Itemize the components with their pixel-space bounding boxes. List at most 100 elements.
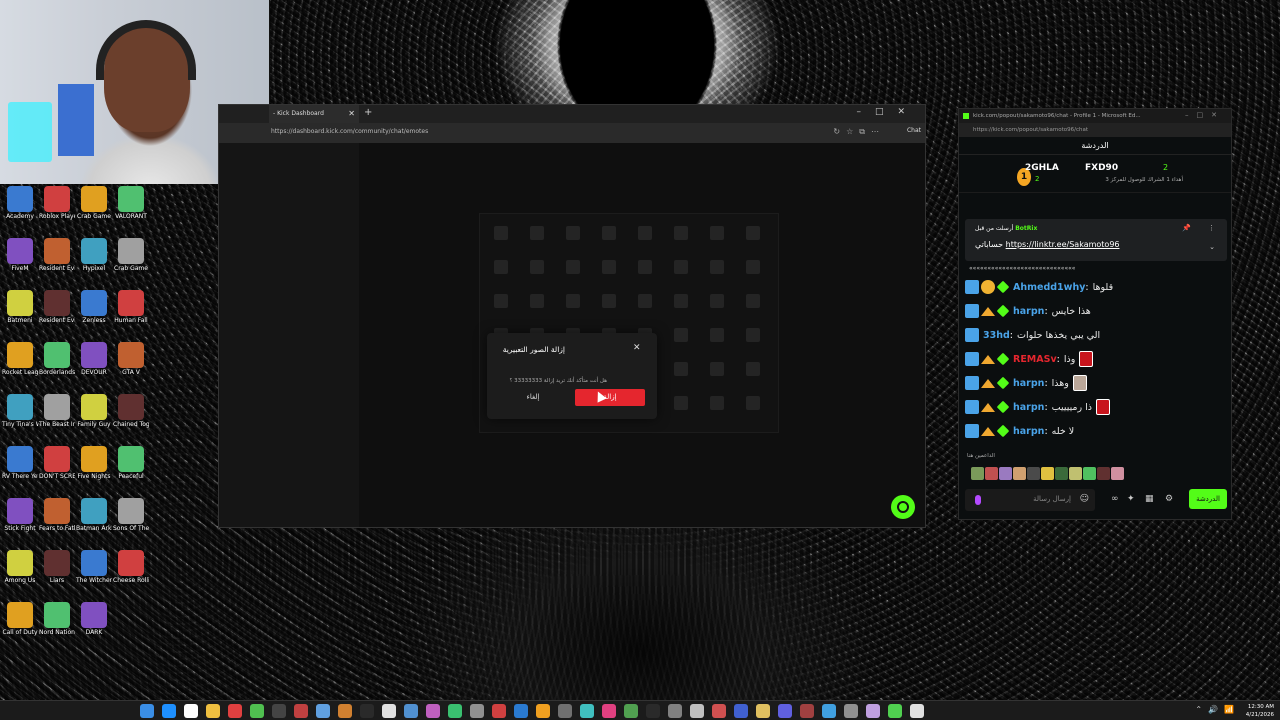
settings-icon[interactable]: ⚙ — [1165, 494, 1173, 504]
desktop-icon[interactable]: Resident Evil — [39, 238, 75, 272]
desktop-icon[interactable]: Roblox Player — [39, 186, 75, 220]
taskbar-app-icon[interactable] — [888, 704, 902, 718]
emoji-icon[interactable]: ☺ — [1080, 494, 1089, 504]
avatar[interactable] — [1097, 467, 1110, 480]
emote-cell[interactable] — [710, 328, 724, 342]
desktop-icon[interactable]: DON'T SCREAM — [39, 446, 75, 480]
taskbar-app-icon[interactable] — [426, 704, 440, 718]
taskbar-app-icon[interactable] — [448, 704, 462, 718]
emote-cell[interactable] — [746, 260, 760, 274]
desktop-icon[interactable]: Fears to Fathom — [39, 498, 75, 532]
copilot-chat-button[interactable]: Chat — [907, 127, 921, 134]
taskbar-app-icon[interactable] — [844, 704, 858, 718]
chat-username[interactable]: harpn — [1013, 306, 1044, 317]
taskbar-app-icon[interactable] — [558, 704, 572, 718]
taskbar-app-icon[interactable] — [602, 704, 616, 718]
desktop-icon[interactable]: The Beast Inside — [39, 394, 75, 428]
emote-cell[interactable] — [530, 260, 544, 274]
avatar[interactable] — [1055, 467, 1068, 480]
desktop-icon[interactable]: Chained Together — [113, 394, 149, 428]
desktop-icon[interactable]: Hypixel — [76, 238, 112, 272]
taskbar-app-icon[interactable] — [404, 704, 418, 718]
taskbar-app-icon[interactable] — [140, 704, 154, 718]
desktop-icon[interactable]: DEVOUR — [76, 342, 112, 376]
taskbar-app-icon[interactable] — [822, 704, 836, 718]
emote-cell[interactable] — [746, 396, 760, 410]
taskbar-app-icon[interactable] — [690, 704, 704, 718]
desktop-icon[interactable]: Among Us — [2, 550, 38, 584]
chat-address-bar[interactable]: https://kick.com/popout/sakamoto96/chat — [959, 123, 1231, 137]
window-controls[interactable]: –□✕ — [856, 107, 919, 117]
leaderboard-second-name[interactable]: FXD90 — [1085, 163, 1118, 173]
more-options-icon[interactable]: ⋮ — [1208, 224, 1215, 232]
taskbar-app-icon[interactable] — [668, 704, 682, 718]
emote-cell[interactable] — [710, 294, 724, 308]
desktop-icon[interactable]: Resident Evil Revelations — [39, 290, 75, 324]
desktop-icon[interactable]: GTA V — [113, 342, 149, 376]
desktop-icon[interactable]: Nord Nation — [39, 602, 75, 636]
emote-cell[interactable] — [494, 294, 508, 308]
taskbar-app-icon[interactable] — [470, 704, 484, 718]
emote-cell[interactable] — [674, 396, 688, 410]
emote-cell[interactable] — [746, 294, 760, 308]
taskbar-app-icon[interactable] — [206, 704, 220, 718]
infinity-icon[interactable]: ∞ — [1111, 494, 1119, 504]
desktop-icon[interactable]: Batman Arkham — [76, 498, 112, 532]
emote-cell[interactable] — [746, 362, 760, 376]
desktop-icon[interactable]: Five Nights — [76, 446, 112, 480]
taskbar-app-icon[interactable] — [294, 704, 308, 718]
desktop-icon[interactable]: Zenless — [76, 290, 112, 324]
desktop-icon[interactable]: VALORANT — [113, 186, 149, 220]
system-tray-icons[interactable]: ⌃🔊📶 — [1195, 705, 1240, 714]
support-chat-button[interactable] — [891, 495, 915, 519]
desktop-icon[interactable]: RV There Yet — [2, 446, 38, 480]
avatar[interactable] — [1069, 467, 1082, 480]
pin-icon[interactable]: 📌 — [1182, 224, 1191, 232]
taskbar-app-icon[interactable] — [580, 704, 594, 718]
chat-window-controls[interactable]: –□✕ — [1185, 111, 1225, 119]
desktop-icon[interactable]: Cheese Rolling — [113, 550, 149, 584]
pinned-author-name[interactable]: BotRix — [1015, 225, 1037, 232]
avatar[interactable] — [971, 467, 984, 480]
taskbar-app-icon[interactable] — [184, 704, 198, 718]
chat-username[interactable]: REMASv — [1013, 354, 1057, 365]
emote-cell[interactable] — [674, 362, 688, 376]
taskbar-app-icon[interactable] — [228, 704, 242, 718]
address-url[interactable]: https://dashboard.kick.com/community/cha… — [271, 128, 428, 135]
desktop-icon[interactable]: Crab Game — [76, 186, 112, 220]
taskbar-app-icon[interactable] — [272, 704, 286, 718]
pinned-link[interactable]: https://linktr.ee/Sakamoto96 — [1006, 240, 1120, 249]
cancel-button[interactable]: إلغاء — [505, 389, 561, 406]
emote-cell[interactable] — [494, 226, 508, 240]
taskbar-app-icon[interactable] — [866, 704, 880, 718]
desktop-icon[interactable]: Crab Game — [113, 238, 149, 272]
leaderboard-first-name[interactable]: 2GHLA — [1025, 163, 1059, 173]
desktop-icon[interactable]: Batmeni — [2, 290, 38, 324]
taskbar-app-icon[interactable] — [162, 704, 176, 718]
browser-toolbar-icons[interactable]: ↻☆⧉⋯ — [833, 127, 885, 137]
emote-cell[interactable] — [710, 226, 724, 240]
emote-cell[interactable] — [746, 328, 760, 342]
emote-cell[interactable] — [638, 226, 652, 240]
emote-cell[interactable] — [746, 226, 760, 240]
taskbar-app-icon[interactable] — [734, 704, 748, 718]
emote-cell[interactable] — [638, 294, 652, 308]
taskbar-app-icon[interactable] — [360, 704, 374, 718]
chat-username[interactable]: harpn — [1013, 402, 1044, 413]
desktop-icon[interactable]: DARK — [76, 602, 112, 636]
emote-cell[interactable] — [494, 260, 508, 274]
emote-cell[interactable] — [566, 226, 580, 240]
avatar[interactable] — [1013, 467, 1026, 480]
avatar[interactable] — [999, 467, 1012, 480]
taskbar-app-icon[interactable] — [316, 704, 330, 718]
chat-username[interactable]: harpn — [1013, 378, 1044, 389]
avatar[interactable] — [1083, 467, 1096, 480]
emote-cell[interactable] — [710, 260, 724, 274]
emote-cell[interactable] — [566, 260, 580, 274]
emote-cell[interactable] — [710, 396, 724, 410]
emote-cell[interactable] — [602, 226, 616, 240]
taskbar-app-icon[interactable] — [338, 704, 352, 718]
emote-cell[interactable] — [674, 260, 688, 274]
chat-username[interactable]: harpn — [1013, 426, 1044, 437]
taskbar-app-icon[interactable] — [250, 704, 264, 718]
